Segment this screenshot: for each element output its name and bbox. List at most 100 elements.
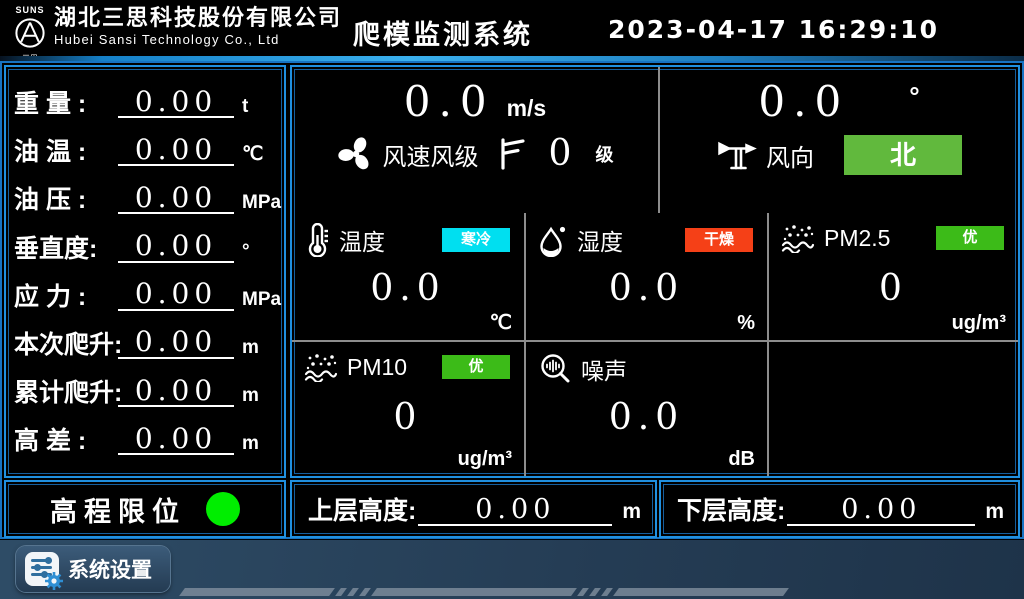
measure-row-oil-pressure: 油 压 : 0.00 MPa bbox=[14, 183, 276, 215]
measure-value: 0.00 bbox=[118, 183, 234, 214]
temperature-cell: 温度 寒冷 0.0 ℃ bbox=[292, 213, 524, 340]
lower-height-value: 0.00 bbox=[787, 496, 975, 526]
measure-label: 累计爬升: bbox=[14, 378, 118, 408]
temperature-label: 温度 bbox=[339, 223, 385, 257]
temperature-status-badge: 寒冷 bbox=[442, 228, 510, 252]
measure-unit: t bbox=[242, 97, 276, 119]
wind-level-flag-icon bbox=[497, 137, 527, 171]
wind-direction-label: 风向 bbox=[766, 138, 814, 173]
measure-value: 0.00 bbox=[118, 424, 234, 455]
thermometer-icon bbox=[304, 223, 330, 257]
measure-row-height-diff: 高 差 : 0.00 m bbox=[14, 424, 276, 456]
pm25-cell: PM2.5 优 0 ug/m³ bbox=[767, 213, 1018, 340]
humidity-label: 湿度 bbox=[577, 223, 623, 257]
wind-level-value: 0 bbox=[549, 136, 574, 172]
lower-height-label: 下层高度: bbox=[677, 496, 785, 526]
measure-unit: MPa bbox=[242, 193, 276, 215]
pm10-label: PM10 bbox=[347, 354, 407, 381]
pm10-value: 0 bbox=[292, 400, 524, 436]
settings-button-label: 系统设置 bbox=[68, 554, 152, 584]
upper-height-label: 上层高度: bbox=[308, 496, 416, 526]
wind-speed-label: 风速风级 bbox=[383, 137, 479, 172]
measure-unit: ℃ bbox=[242, 145, 276, 167]
footer-bar: 系统设置 bbox=[0, 540, 1024, 599]
pm25-label: PM2.5 bbox=[824, 225, 890, 252]
measure-row-current-climb: 本次爬升: 0.00 m bbox=[14, 327, 276, 359]
company-name: 湖北三思科技股份有限公司 Hubei Sansi Technology Co.,… bbox=[54, 5, 342, 48]
fan-icon bbox=[337, 135, 375, 173]
measure-unit: m bbox=[242, 338, 276, 360]
company-name-cn: 湖北三思科技股份有限公司 bbox=[54, 5, 342, 30]
lower-height-unit: m bbox=[985, 500, 1004, 526]
measure-label: 重 量 : bbox=[14, 89, 118, 119]
measure-value: 0.00 bbox=[118, 279, 234, 310]
measure-label: 垂直度: bbox=[14, 234, 118, 264]
measure-label: 油 压 : bbox=[14, 185, 118, 215]
temperature-unit: ℃ bbox=[490, 310, 512, 335]
measure-row-weight: 重 量 : 0.00 t bbox=[14, 87, 276, 119]
droplet-icon bbox=[538, 223, 568, 257]
measure-unit: m bbox=[242, 386, 276, 408]
environment-panel: 0.0 m/s 风速风级 bbox=[290, 65, 1020, 478]
measure-unit: m bbox=[242, 434, 276, 456]
sansi-logo-icon bbox=[14, 17, 46, 49]
humidity-cell: 湿度 干燥 0.0 % bbox=[524, 213, 767, 340]
measure-row-oil-temp: 油 温 : 0.00 ℃ bbox=[14, 135, 276, 167]
humidity-status-badge: 干燥 bbox=[685, 228, 753, 252]
pm25-status-badge: 优 bbox=[936, 226, 1004, 250]
measure-label: 高 差 : bbox=[14, 426, 118, 456]
measure-row-stress: 应 力 : 0.00 MPa bbox=[14, 279, 276, 311]
humidity-unit: % bbox=[737, 312, 755, 335]
humidity-value: 0.0 bbox=[526, 271, 767, 307]
noise-cell: 噪声 0.0 dB bbox=[524, 340, 767, 476]
measure-label: 本次爬升: bbox=[14, 330, 118, 360]
header: SUNS 三思 湖北三思科技股份有限公司 Hubei Sansi Technol… bbox=[0, 0, 1024, 56]
page-title: 爬模监测系统 bbox=[353, 13, 533, 52]
measure-value: 0.00 bbox=[118, 87, 234, 118]
dust-particles-icon bbox=[304, 352, 338, 382]
wind-speed-unit: m/s bbox=[507, 95, 547, 122]
dust-particles-icon bbox=[781, 223, 815, 253]
datetime-display: 2023-04-17 16:29:10 bbox=[608, 15, 939, 44]
temperature-value: 0.0 bbox=[292, 271, 524, 307]
wind-row: 0.0 m/s 风速风级 bbox=[292, 67, 1018, 213]
elevation-limit-box: 高程限位 bbox=[4, 480, 286, 538]
system-settings-button[interactable]: 系统设置 bbox=[16, 546, 170, 592]
upper-height-box: 上层高度: 0.00 m bbox=[290, 480, 657, 538]
pm10-cell: PM10 优 0 ug/m³ bbox=[292, 340, 524, 476]
wind-level-unit: 级 bbox=[595, 141, 613, 167]
measure-unit: ° bbox=[242, 242, 276, 264]
noise-meter-icon bbox=[538, 352, 572, 386]
measure-row-verticality: 垂直度: 0.00 ° bbox=[14, 231, 276, 263]
upper-height-value: 0.00 bbox=[418, 496, 612, 526]
gear-icon bbox=[44, 571, 64, 591]
measurement-panel: 重 量 : 0.00 t 油 温 : 0.00 ℃ 油 压 : 0.00 MPa… bbox=[4, 65, 286, 478]
wind-direction-unit: ° bbox=[909, 81, 919, 112]
measure-value: 0.00 bbox=[118, 327, 234, 358]
company-name-en: Hubei Sansi Technology Co., Ltd bbox=[54, 33, 342, 48]
measure-value: 0.00 bbox=[118, 135, 234, 166]
measure-value: 0.00 bbox=[118, 231, 234, 262]
measure-row-total-climb: 累计爬升: 0.00 m bbox=[14, 376, 276, 408]
wind-direction-badge: 北 bbox=[844, 135, 962, 175]
pm10-status-badge: 优 bbox=[442, 355, 510, 379]
settings-sliders-icon bbox=[25, 552, 59, 586]
measure-label: 应 力 : bbox=[14, 282, 118, 312]
pm10-unit: ug/m³ bbox=[458, 448, 512, 471]
measure-unit: MPa bbox=[242, 290, 276, 312]
lower-height-box: 下层高度: 0.00 m bbox=[659, 480, 1020, 538]
wind-direction-value: 0.0 bbox=[758, 81, 849, 123]
upper-height-unit: m bbox=[622, 500, 641, 526]
noise-unit: dB bbox=[728, 448, 755, 471]
environment-grid: 温度 寒冷 0.0 ℃ 湿度 干燥 0.0 % bbox=[292, 213, 1018, 476]
pm25-unit: ug/m³ bbox=[952, 312, 1006, 335]
wind-vane-icon bbox=[716, 137, 758, 173]
noise-value: 0.0 bbox=[526, 400, 767, 436]
wind-direction-section: 0.0 ° 风向 北 bbox=[660, 67, 1018, 213]
wind-speed-section: 0.0 m/s 风速风级 bbox=[292, 67, 660, 213]
wind-speed-value: 0.0 bbox=[404, 81, 495, 123]
logo-suns-text: SUNS bbox=[15, 5, 44, 15]
pm25-value: 0 bbox=[769, 271, 1018, 307]
empty-cell bbox=[767, 340, 1018, 476]
monitoring-screen: SUNS 三思 湖北三思科技股份有限公司 Hubei Sansi Technol… bbox=[0, 0, 1024, 599]
